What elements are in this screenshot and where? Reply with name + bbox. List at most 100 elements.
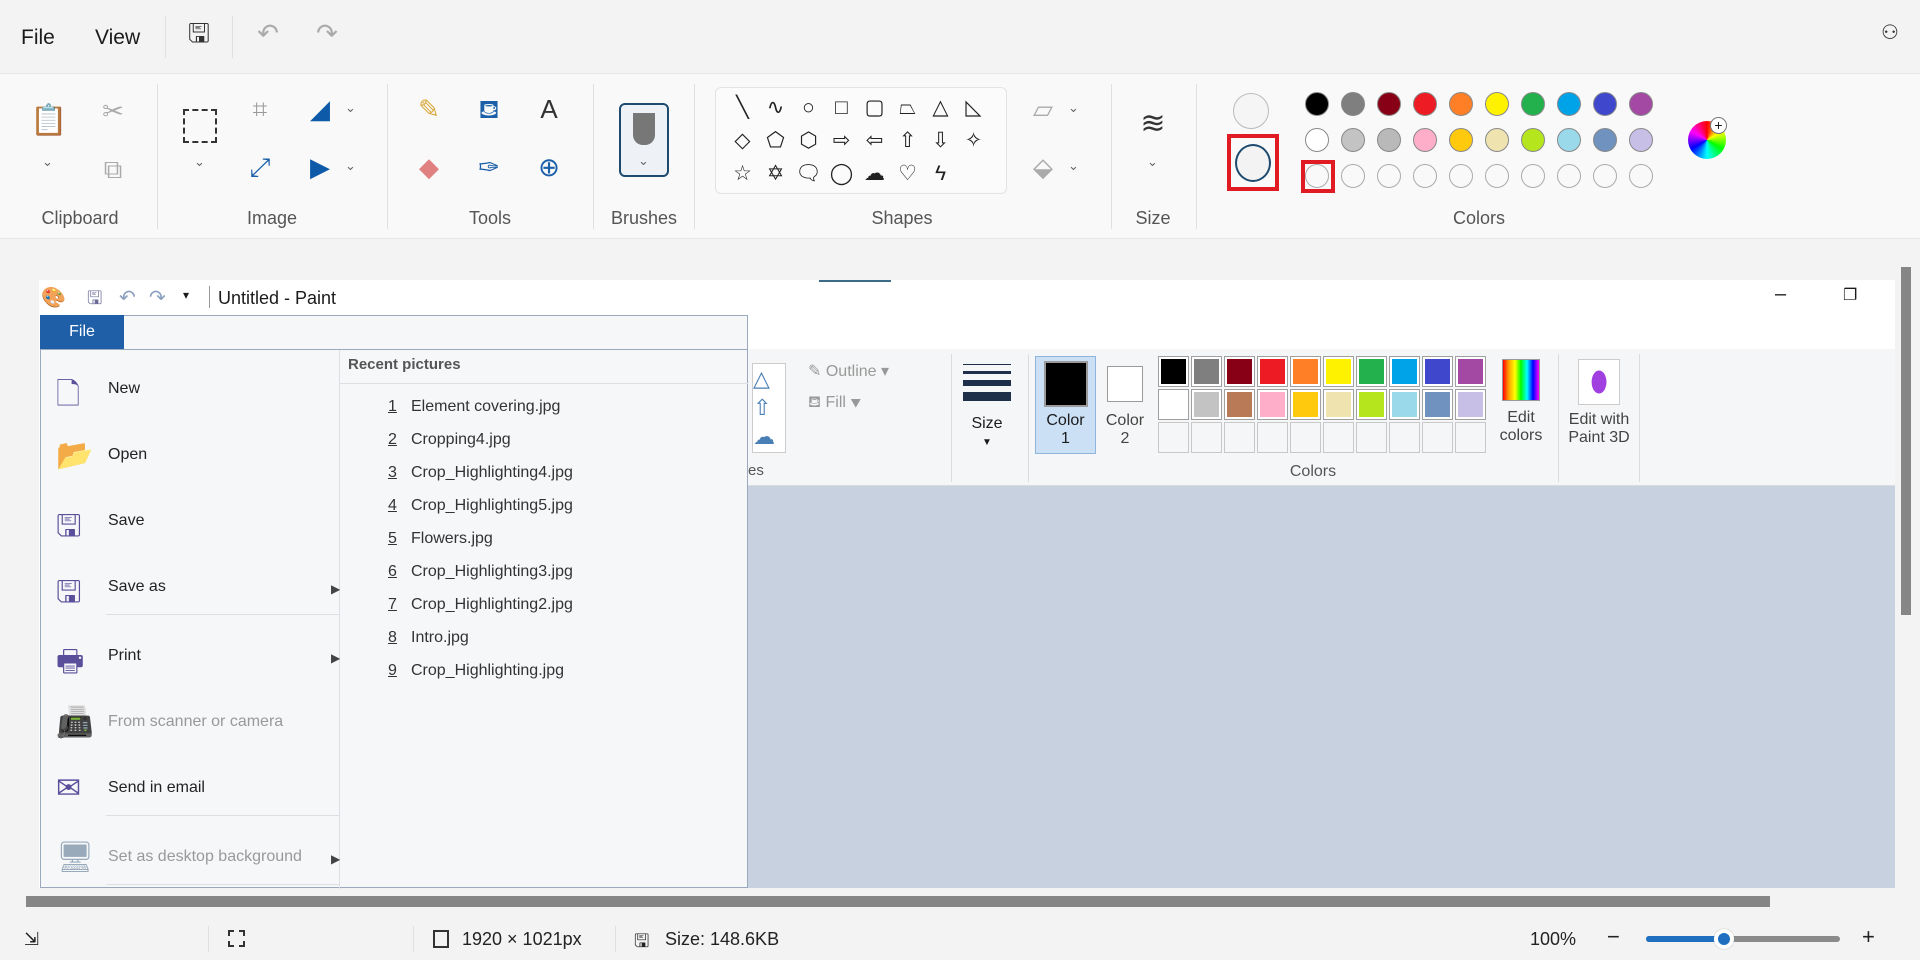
color-swatch[interactable]	[1593, 92, 1617, 116]
size-button[interactable]: Size ▼	[963, 364, 1011, 448]
custom-color-slot[interactable]	[1323, 422, 1354, 453]
custom-color-slot[interactable]	[1389, 422, 1420, 453]
shape-item[interactable]: □	[825, 91, 858, 124]
redo-icon[interactable]: ↷	[149, 285, 166, 310]
file-tab[interactable]: File	[40, 315, 124, 349]
flip-icon[interactable]: ▶	[303, 152, 337, 182]
paste-icon[interactable]: 📋	[30, 106, 67, 136]
fill-bucket-icon[interactable]: ⛾	[472, 94, 506, 124]
color-swatch[interactable]	[1557, 92, 1581, 116]
color-swatch[interactable]	[1413, 92, 1437, 116]
chevron-down-icon[interactable]: ⌄	[345, 158, 356, 174]
share-icon[interactable]: ⚇	[1873, 18, 1907, 48]
resize-icon[interactable]: ⤢	[243, 152, 277, 182]
zoom-slider-thumb[interactable]	[1713, 929, 1734, 949]
cut-icon[interactable]: ✂	[96, 96, 130, 126]
recent-file-item[interactable]: 4 Crop_Highlighting5.jpg	[388, 497, 573, 515]
shape-item[interactable]: 🗨	[792, 157, 825, 190]
shape-item[interactable]: ✡	[759, 157, 792, 190]
shapes-gallery-fragment[interactable]: △ ⇧ ☁	[752, 363, 786, 453]
shape-item[interactable]: ◺	[957, 91, 990, 124]
minimize-button[interactable]: –	[1775, 283, 1786, 306]
color-swatch[interactable]	[1485, 128, 1509, 152]
color-swatch[interactable]	[1629, 92, 1653, 116]
color-1-swatch[interactable]	[1235, 144, 1271, 182]
color-swatch[interactable]	[1191, 389, 1222, 420]
color-swatch[interactable]	[1422, 389, 1453, 420]
magnifier-icon[interactable]: ⊕	[532, 152, 566, 182]
custom-color-slot[interactable]	[1449, 164, 1473, 188]
chevron-down-icon[interactable]: ⌄	[1068, 100, 1079, 116]
menu-item-save-as[interactable]: 🖫 Save as ▶	[51, 558, 371, 618]
color-swatch[interactable]	[1389, 389, 1420, 420]
copy-icon[interactable]: ⧉	[96, 154, 130, 184]
color-swatch[interactable]	[1377, 92, 1401, 116]
shape-item[interactable]: ⇩	[924, 124, 957, 157]
shape-item[interactable]: ◇	[726, 124, 759, 157]
custom-color-slot[interactable]	[1593, 164, 1617, 188]
shape-item[interactable]: ♡	[891, 157, 924, 190]
zoom-out-button[interactable]: −	[1607, 924, 1620, 950]
vertical-scrollbar[interactable]	[1901, 267, 1911, 615]
rotate-icon[interactable]: ◢	[303, 94, 337, 124]
canvas-area[interactable]	[748, 486, 1895, 888]
undo-icon[interactable]: ↶	[119, 285, 136, 310]
shape-item[interactable]: ⬠	[759, 124, 792, 157]
color-swatch[interactable]	[1257, 389, 1288, 420]
menu-item-open[interactable]: 📂 Open	[51, 426, 371, 486]
color-swatch[interactable]	[1485, 92, 1509, 116]
shape-item[interactable]: ∿	[759, 91, 792, 124]
menu-item-new[interactable]: 🗋 New	[51, 360, 371, 420]
custom-color-slot[interactable]	[1521, 164, 1545, 188]
shape-item[interactable]: △	[924, 91, 957, 124]
fill-button[interactable]: ⛾ Fill ▾	[808, 393, 861, 413]
color-swatch[interactable]	[1521, 92, 1545, 116]
recent-file-item[interactable]: 1 Element covering.jpg	[388, 398, 560, 416]
color-swatch[interactable]	[1449, 128, 1473, 152]
color-swatch[interactable]	[1422, 356, 1453, 387]
color-picker-icon[interactable]: ✑	[472, 152, 506, 182]
chevron-down-icon[interactable]: ⌄	[1147, 154, 1158, 170]
color-swatch[interactable]	[1521, 128, 1545, 152]
chevron-down-icon[interactable]: ⌄	[1068, 158, 1079, 174]
eraser-icon[interactable]: ◆	[412, 152, 446, 182]
custom-color-slot[interactable]	[1224, 422, 1255, 453]
custom-color-slot[interactable]	[1557, 164, 1581, 188]
recent-file-item[interactable]: 6 Crop_Highlighting3.jpg	[388, 563, 573, 581]
customize-quick-access-icon[interactable]: ▾	[183, 288, 189, 302]
recent-file-item[interactable]: 7 Crop_Highlighting2.jpg	[388, 596, 573, 614]
fill-icon[interactable]: ⬙	[1026, 152, 1060, 182]
recent-file-item[interactable]: 3 Crop_Highlighting4.jpg	[388, 464, 573, 482]
color-swatch[interactable]	[1305, 92, 1329, 116]
shape-item[interactable]: ○	[792, 91, 825, 124]
custom-color-slot[interactable]	[1290, 422, 1321, 453]
shape-item[interactable]: ⇨	[825, 124, 858, 157]
color-swatch[interactable]	[1323, 356, 1354, 387]
text-icon[interactable]: A	[532, 94, 566, 124]
shape-item[interactable]: ⏢	[891, 91, 924, 124]
shape-item[interactable]: ⇧	[891, 124, 924, 157]
menu-item-print[interactable]: 🖶 Print ▶	[51, 627, 371, 687]
edit-with-paint3d-button[interactable]: ⬮ Edit with Paint 3D	[1563, 356, 1635, 447]
color-swatch[interactable]	[1323, 389, 1354, 420]
menu-item-set-as-desktop-background[interactable]: 🖥 Set as desktop background ▶	[51, 828, 371, 888]
shape-item[interactable]: ☆	[726, 157, 759, 190]
edit-colors-button[interactable]: Edit colors	[1493, 356, 1549, 445]
color-swatch[interactable]	[1356, 356, 1387, 387]
color-swatch[interactable]	[1191, 356, 1222, 387]
color-swatch[interactable]	[1305, 128, 1329, 152]
shapes-gallery[interactable]: ╲ ∿ ○ □ ▢ ⏢ △ ◺ ◇ ⬠ ⬡ ⇨ ⇦ ⇧ ⇩ ✧ ☆ ✡ 🗨 ◯ ☁ ♡ ϟ	[715, 87, 1007, 194]
color-swatch[interactable]	[1224, 389, 1255, 420]
undo-icon[interactable]: ↶	[251, 18, 285, 48]
color-swatch[interactable]	[1158, 389, 1189, 420]
brushes-button[interactable]: ⌄	[619, 103, 669, 177]
color-swatch[interactable]	[1341, 92, 1365, 116]
shape-item[interactable]: ⇦	[858, 124, 891, 157]
view-menu[interactable]: View	[95, 26, 140, 50]
shape-item[interactable]: ϟ	[924, 157, 957, 190]
color-swatch[interactable]	[1629, 128, 1653, 152]
crop-icon[interactable]: ⌗	[243, 94, 277, 124]
horizontal-scrollbar[interactable]	[26, 896, 1770, 907]
color-swatch[interactable]	[1356, 389, 1387, 420]
color-swatch[interactable]	[1593, 128, 1617, 152]
